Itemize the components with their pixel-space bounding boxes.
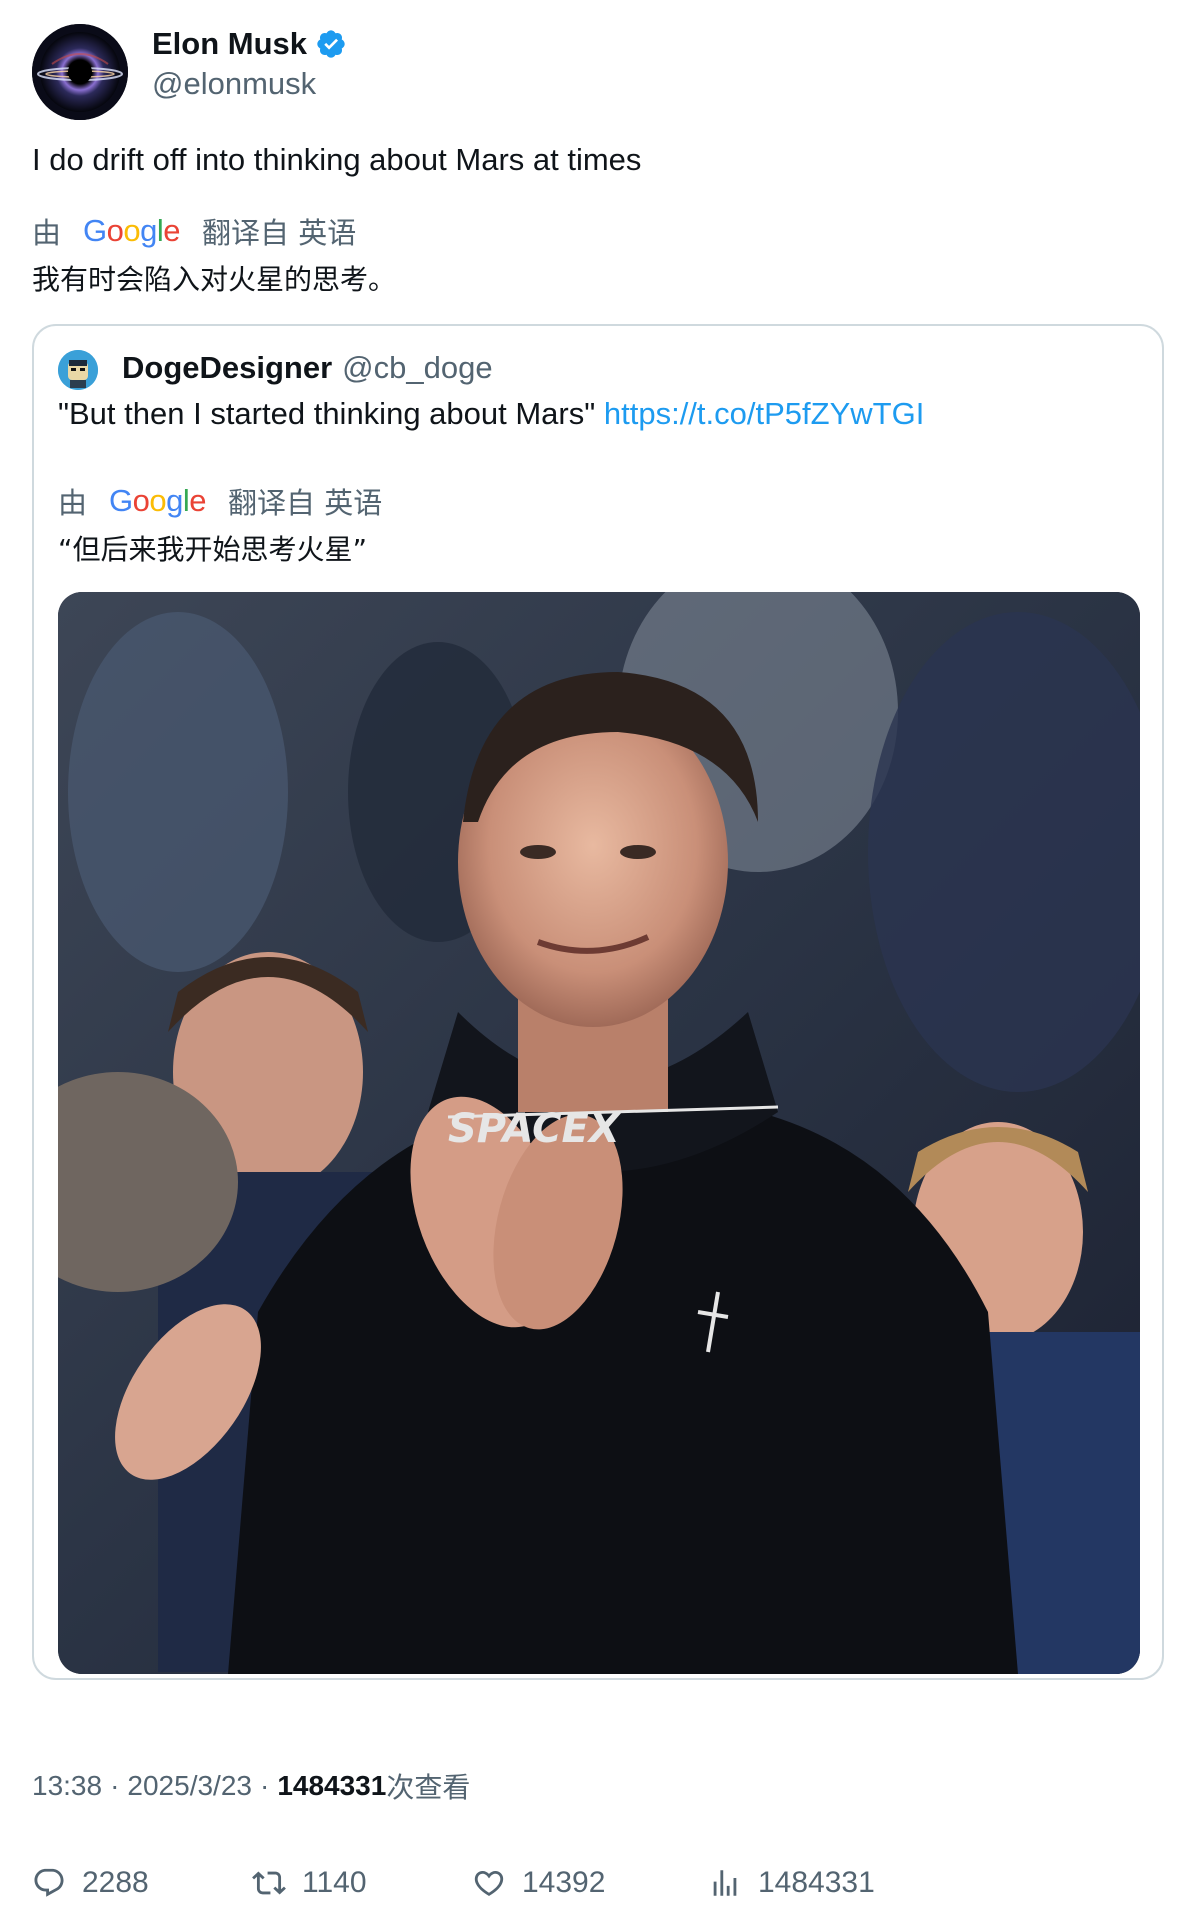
google-logo: Google xyxy=(83,213,181,248)
tweet-text: I do drift off into thinking about Mars … xyxy=(32,142,642,177)
tweet-date[interactable]: 2025/3/23 xyxy=(127,1770,252,1802)
like-count: 14392 xyxy=(522,1866,606,1899)
quote-translation-attribution: 由 Google 翻译自 英语 xyxy=(58,480,382,522)
quote-link[interactable]: https://t.co/tP5fZYwTGI xyxy=(604,396,924,431)
heart-icon xyxy=(474,1870,504,1896)
reply-icon xyxy=(34,1868,64,1897)
photo-illustration: SPACEX xyxy=(58,592,1140,1674)
tweet: Elon Musk @elonmusk I do drift off into … xyxy=(32,24,1164,1899)
views-count: 1484331 xyxy=(758,1866,875,1899)
google-logo: Google xyxy=(109,483,207,518)
views-button[interactable]: 1484331 xyxy=(708,1866,875,1900)
author-handle[interactable]: @elonmusk xyxy=(152,66,316,102)
tweet-time[interactable]: 13:38 xyxy=(32,1770,102,1802)
quote-photo[interactable]: SPACEX xyxy=(58,592,1140,1674)
meta-separator: · xyxy=(259,1770,270,1801)
translation-attribution: 由 Google 翻译自 英语 xyxy=(32,210,356,252)
quote-translation-from: 翻译自 英语 xyxy=(228,486,383,520)
translation-from: 翻译自 英语 xyxy=(202,216,357,250)
quote-text: "But then I started thinking about Mars"… xyxy=(58,396,924,432)
tweet-meta: 13:38 · 2025/3/23 · 1484331 次查看 xyxy=(32,1766,470,1806)
black-hole-avatar-image xyxy=(32,24,128,120)
tweet-views-count: 1484331 xyxy=(277,1770,387,1801)
tweet-author: Elon Musk @elonmusk xyxy=(32,24,1164,122)
author-name[interactable]: Elon Musk xyxy=(152,26,307,62)
like-button[interactable]: 14392 xyxy=(472,1866,605,1900)
tweet-views-label: 次查看 xyxy=(386,1771,471,1804)
quote-author-handle[interactable]: @cb_doge xyxy=(342,350,492,386)
repost-button[interactable]: 1140 xyxy=(252,1866,367,1900)
verified-badge-icon xyxy=(317,30,345,58)
analytics-icon xyxy=(713,1870,737,1896)
quoted-tweet[interactable]: DogeDesigner @cb_doge "But then I starte… xyxy=(32,324,1164,1680)
repost-count: 1140 xyxy=(302,1866,367,1899)
tweet-actions: 2288 1140 14392 1484331 xyxy=(32,1866,1164,1906)
meta-separator: · xyxy=(110,1770,120,1801)
quote-author-row: DogeDesigner @cb_doge xyxy=(122,348,493,388)
quote-translated-text: “但后来我开始思考火星” xyxy=(58,533,368,566)
author-name-row: Elon Musk xyxy=(152,24,347,64)
author-avatar[interactable] xyxy=(32,24,128,120)
repost-icon xyxy=(252,1871,286,1895)
quote-author-name[interactable]: DogeDesigner xyxy=(122,350,332,386)
reply-count: 2288 xyxy=(82,1866,149,1899)
tweet-translated-text: 我有时会陷入对火星的思考。 xyxy=(32,263,397,296)
quote-text-body: "But then I started thinking about Mars" xyxy=(58,396,604,431)
reply-button[interactable]: 2288 xyxy=(32,1866,149,1900)
doge-avatar-image xyxy=(58,350,98,390)
quote-author-avatar[interactable] xyxy=(58,350,98,390)
quote-translation-by: 由 xyxy=(58,486,88,520)
translation-by: 由 xyxy=(32,216,62,250)
